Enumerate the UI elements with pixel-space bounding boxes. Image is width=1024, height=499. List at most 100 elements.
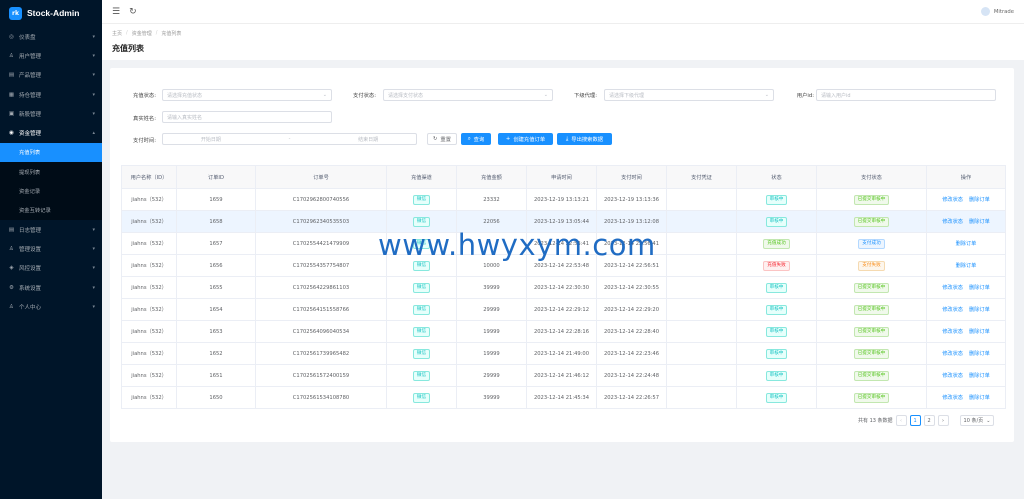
cell-amount: 23332: [456, 188, 527, 211]
user-id-input[interactable]: 请输入用户id: [816, 89, 996, 101]
cell-order-no: C1702561534108780: [255, 386, 387, 409]
chevron-down-icon: ▾: [92, 72, 95, 79]
recharge-table: 用户名称（ID） 订单ID 订单号 充值渠道 充值金额 申请时间 支付时间 支付凭证 状态 支付状…: [121, 165, 1006, 409]
sidebar-item[interactable]: ♙ 管理设置 ▾: [0, 239, 102, 258]
sidebar-item[interactable]: ◉ 资金管理 ▴: [0, 123, 102, 142]
delete-order-link[interactable]: 删除订单: [969, 351, 990, 357]
delete-order-link[interactable]: 删除订单: [956, 263, 977, 269]
delete-order-link[interactable]: 删除订单: [969, 197, 990, 203]
brand[interactable]: rk Stock-Admin: [0, 0, 102, 26]
pay-status-select[interactable]: 请选择支付状态 ⌄: [383, 89, 553, 101]
cell-actions: 删除订单: [926, 232, 1006, 255]
status-badge: 充值成功: [763, 238, 790, 249]
edit-status-link[interactable]: 修改状态: [942, 219, 963, 225]
reset-button[interactable]: ↻ 重置: [427, 133, 457, 145]
edit-status-link[interactable]: 修改状态: [942, 395, 963, 401]
edit-status-link[interactable]: 修改状态: [942, 373, 963, 379]
create-order-button[interactable]: + 创建充值订单: [498, 133, 553, 145]
agent-select[interactable]: 请选择下级代理 ⌄: [604, 89, 774, 101]
charge-status-label: 充值状态:: [133, 93, 156, 99]
sidebar-item[interactable]: ▤ 日志管理 ▾: [0, 220, 102, 239]
status-badge: 审核中: [765, 216, 788, 227]
pay-time-range[interactable]: 开始日期 - 结束日期: [162, 133, 417, 145]
sidebar-subitem[interactable]: 提现列表: [0, 162, 102, 181]
page-size-select[interactable]: 10 条/页 ⌄: [959, 415, 995, 426]
search-button[interactable]: ⌕ 查询: [461, 133, 491, 145]
chevron-down-icon: ▾: [92, 52, 95, 59]
cell-status: 审核中: [736, 386, 817, 409]
delete-order-link[interactable]: 删除订单: [969, 219, 990, 225]
real-name-input[interactable]: 请输入真实姓名: [162, 111, 332, 123]
table-row[interactable]: jiahns（532） 1652 C1702561739965482 微信 19999 2…: [121, 342, 1006, 365]
charge-status-select[interactable]: 请选择充值状态 ⌄: [162, 89, 332, 101]
menu-toggle-icon[interactable]: ☰: [112, 7, 120, 17]
cell-amount: 19999: [456, 342, 527, 365]
sidebar-item[interactable]: ◎ 仪表盘 ▾: [0, 27, 102, 46]
sidebar-item[interactable]: ▤ 产品管理 ▾: [0, 66, 102, 85]
cell-channel: 微信: [386, 342, 457, 365]
column-header: 支付时间: [596, 165, 667, 189]
cell-pay-status: 已提交审核中: [816, 276, 927, 299]
edit-status-link[interactable]: 修改状态: [942, 197, 963, 203]
sidebar-item[interactable]: ♙ 用户管理 ▾: [0, 46, 102, 65]
page-2-button[interactable]: 2: [923, 415, 935, 426]
cell-status: 审核中: [736, 364, 817, 387]
sidebar-subitem[interactable]: 充值列表: [0, 142, 102, 163]
sidebar-subitem[interactable]: 资金互转记录: [0, 201, 102, 220]
refresh-icon[interactable]: ↻: [129, 7, 137, 17]
cell-order-no: C1702962800740556: [255, 188, 387, 211]
cell-pay-status: 已提交审核中: [816, 342, 927, 365]
table-row[interactable]: jiahns（532） 1653 C1702564096040534 微信 19999 2…: [121, 320, 1006, 343]
edit-status-link[interactable]: 修改状态: [942, 285, 963, 291]
sidebar-item[interactable]: ♙ 个人中心 ▾: [0, 297, 102, 316]
pay-status-badge: 已提交审核中: [853, 282, 890, 293]
cell-pay-time: 2023-12-14 22:30:55: [596, 276, 667, 299]
sidebar-item-label: 日志管理: [19, 227, 42, 234]
cell-pay-time: 2023-12-14 22:26:57: [596, 386, 667, 409]
channel-tag: 微信: [412, 348, 431, 359]
delete-order-link[interactable]: 删除订单: [969, 307, 990, 313]
avatar: [980, 7, 990, 16]
sidebar-item[interactable]: ⚙ 系统设置 ▾: [0, 278, 102, 297]
delete-order-link[interactable]: 删除订单: [969, 373, 990, 379]
edit-status-link[interactable]: 修改状态: [942, 307, 963, 313]
page-1-button[interactable]: 1: [909, 415, 921, 426]
cell-channel: 微信: [386, 364, 457, 387]
delete-order-link[interactable]: 删除订单: [969, 329, 990, 335]
sidebar-item[interactable]: ▣ 新股管理 ▾: [0, 104, 102, 123]
cell-apply-time: 2023-12-14 21:46:12: [526, 364, 597, 387]
table-row[interactable]: jiahns（532） 1659 C1702962800740556 微信 23332 2…: [121, 188, 1006, 211]
plus-icon: +: [505, 136, 511, 142]
cell-actions: 修改状态 删除订单: [926, 320, 1006, 343]
export-button[interactable]: ⤓ 导出搜索数据: [557, 133, 612, 145]
cell-user: jiahns（532）: [121, 298, 177, 321]
delete-order-link[interactable]: 删除订单: [956, 241, 977, 247]
news-icon: ▣: [8, 110, 15, 117]
delete-order-link[interactable]: 删除订单: [969, 285, 990, 291]
channel-tag: 微信: [412, 260, 431, 271]
user-menu[interactable]: Mitrade: [980, 7, 1014, 16]
sidebar-subitem[interactable]: 资金记录: [0, 181, 102, 200]
cell-pay-time: 2023-12-14 22:23:46: [596, 342, 667, 365]
table-row[interactable]: jiahns（532） 1650 C1702561534108780 微信 39999 2…: [121, 386, 1006, 409]
table-row[interactable]: jiahns（532） 1655 C1702564229861103 微信 39999 2…: [121, 276, 1006, 299]
next-page-button[interactable]: ›: [937, 415, 949, 426]
agent-label: 下级代理:: [574, 93, 597, 99]
table-row[interactable]: jiahns（532） 1654 C1702564151558766 微信 29999 2…: [121, 298, 1006, 321]
sidebar-item[interactable]: ◈ 风控设置 ▾: [0, 259, 102, 278]
sidebar-item[interactable]: ▦ 持仓管理 ▾: [0, 85, 102, 104]
chevron-down-icon: ▾: [92, 245, 95, 252]
delete-order-link[interactable]: 删除订单: [969, 395, 990, 401]
table-row[interactable]: jiahns（532） 1651 C1702561572400159 微信 29999 2…: [121, 364, 1006, 387]
cell-voucher: [666, 210, 737, 233]
status-badge: 审核中: [765, 282, 788, 293]
edit-status-link[interactable]: 修改状态: [942, 351, 963, 357]
edit-status-link[interactable]: 修改状态: [942, 329, 963, 335]
cell-apply-time: 2023-12-19 13:13:21: [526, 188, 597, 211]
breadcrumb-home[interactable]: 主页: [112, 30, 122, 37]
chevron-down-icon: ▾: [92, 284, 95, 291]
status-badge: 审核中: [765, 348, 788, 359]
cell-pay-status: 已提交审核中: [816, 364, 927, 387]
breadcrumb-fund[interactable]: 资金管理: [132, 30, 152, 37]
prev-page-button[interactable]: ‹: [895, 415, 907, 426]
